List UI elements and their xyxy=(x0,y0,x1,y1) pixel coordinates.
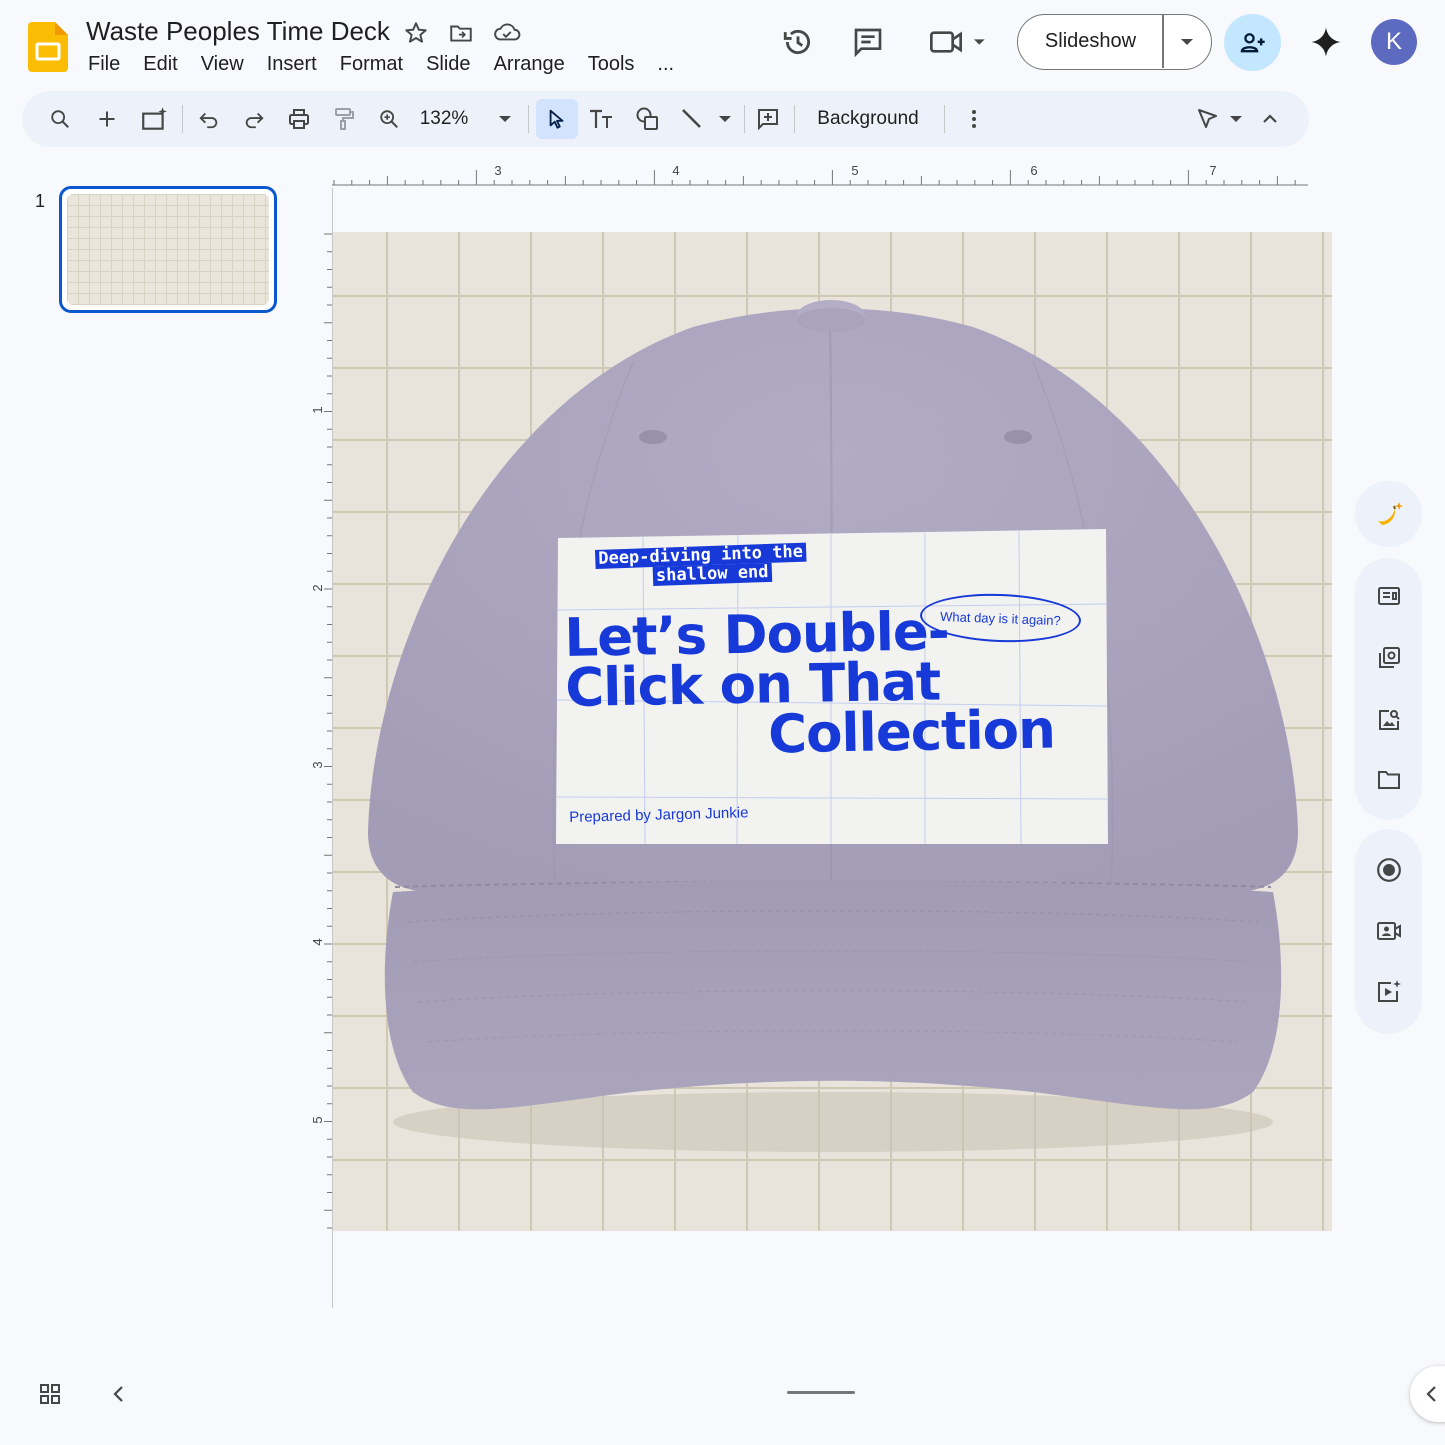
ruler-label: 4 xyxy=(672,163,679,178)
share-button[interactable] xyxy=(1224,14,1281,71)
chevron-left-expand-icon xyxy=(1426,1386,1436,1402)
menu-tools[interactable]: Tools xyxy=(588,53,635,76)
zoom-value[interactable]: 132% xyxy=(418,91,470,147)
text-panel-icon[interactable] xyxy=(1355,576,1422,616)
slideshow-label[interactable]: Slideshow xyxy=(1018,15,1163,68)
record-icon[interactable] xyxy=(1355,850,1422,890)
notes-resize-handle[interactable] xyxy=(787,1391,855,1394)
ruler-label: 5 xyxy=(310,1116,325,1123)
share-person-add-icon xyxy=(1240,32,1265,52)
cloud-saved-icon[interactable] xyxy=(493,20,521,46)
line-dropdown-button[interactable] xyxy=(717,91,733,147)
ruler-label: 6 xyxy=(1030,163,1037,178)
zoom-label: 132% xyxy=(419,108,469,129)
camera-record-icon[interactable] xyxy=(1355,911,1422,951)
more-vert-icon[interactable] xyxy=(960,91,988,147)
slide-thumbnail[interactable] xyxy=(59,186,277,313)
vertical-ruler[interactable]: 1 2 3 4 5 xyxy=(304,232,334,1232)
account-avatar[interactable]: K xyxy=(1371,19,1417,65)
version-history-icon[interactable] xyxy=(781,25,815,59)
ruler-label: 7 xyxy=(1209,163,1216,178)
toolbar-separator xyxy=(528,105,529,133)
side-panel-media-group xyxy=(1355,829,1422,1034)
slide-subtitle[interactable]: Deep-diving into the shallow end xyxy=(595,542,807,588)
ruler-ticks xyxy=(333,170,1296,185)
toolbar-separator xyxy=(794,105,795,133)
copy-slides-icon[interactable] xyxy=(1355,638,1422,678)
search-icon[interactable] xyxy=(46,91,74,147)
slide-canvas[interactable]: Deep-diving into the shallow end Let’s D… xyxy=(333,232,1332,1231)
collapse-toolbar-icon[interactable] xyxy=(1258,91,1282,147)
banana-sparkle-icon[interactable] xyxy=(1355,494,1422,534)
side-panel-tools-group xyxy=(1355,558,1422,820)
star-icon[interactable] xyxy=(403,20,429,46)
background-button[interactable]: Background xyxy=(806,91,930,147)
shapes-icon[interactable] xyxy=(633,91,663,147)
redo-icon[interactable] xyxy=(240,91,268,147)
zoom-icon[interactable] xyxy=(375,91,403,147)
expand-side-panel-button[interactable] xyxy=(1410,1366,1445,1422)
print-icon[interactable] xyxy=(285,91,313,147)
toolbar-separator xyxy=(744,105,745,133)
toolbar-separator xyxy=(944,105,945,133)
menu-arrange[interactable]: Arrange xyxy=(494,53,565,76)
menu-edit[interactable]: Edit xyxy=(143,53,177,76)
ruler-label: 5 xyxy=(851,163,858,178)
toolbar-separator xyxy=(182,105,183,133)
pointer-mode-icon[interactable] xyxy=(1194,91,1222,147)
select-arrow-icon xyxy=(549,109,564,129)
video-sparkle-icon[interactable] xyxy=(1355,972,1422,1012)
menu-insert[interactable]: Insert xyxy=(267,53,317,76)
menu-bar: File Edit View Insert Format Slide Arran… xyxy=(88,53,697,76)
plus-icon[interactable] xyxy=(93,91,121,147)
slideshow-dropdown-button[interactable] xyxy=(1164,15,1210,68)
menu-view[interactable]: View xyxy=(201,53,244,76)
slide-number: 1 xyxy=(35,191,46,211)
slideshow-button[interactable]: Slideshow xyxy=(1017,14,1212,70)
document-title[interactable]: Waste Peoples Time Deck xyxy=(86,16,390,47)
text-box-icon[interactable] xyxy=(587,91,615,147)
chevron-down-icon xyxy=(1181,38,1193,45)
slides-logo-icon[interactable] xyxy=(28,22,68,72)
menu-format[interactable]: Format xyxy=(340,53,403,76)
chevron-down-icon xyxy=(499,115,511,122)
side-panel-top-group xyxy=(1355,481,1422,547)
horizontal-ruler[interactable]: 3 4 5 6 7 xyxy=(332,160,1308,188)
add-comment-icon[interactable] xyxy=(753,91,783,147)
background-label: Background xyxy=(817,108,919,129)
line-icon[interactable] xyxy=(678,91,706,147)
select-tool-button[interactable] xyxy=(536,99,578,139)
paint-format-icon[interactable] xyxy=(330,91,358,147)
menu-slide[interactable]: Slide xyxy=(426,53,470,76)
chevron-down-icon xyxy=(1230,115,1242,122)
menu-more[interactable]: ... xyxy=(657,53,674,76)
toolbar: 132% Background xyxy=(22,91,1309,147)
folder-icon[interactable] xyxy=(1355,760,1422,800)
chevron-down-icon xyxy=(719,115,731,122)
ruler-label: 3 xyxy=(310,761,325,768)
zoom-dropdown-button[interactable] xyxy=(496,91,514,147)
comments-icon[interactable] xyxy=(852,26,884,58)
ruler-label: 4 xyxy=(310,938,325,945)
move-folder-icon[interactable] xyxy=(448,20,474,46)
undo-icon[interactable] xyxy=(195,91,223,147)
slide-thumbnail-preview xyxy=(67,194,269,305)
chevron-left-icon[interactable] xyxy=(110,1382,128,1406)
gemini-sparkle-icon[interactable] xyxy=(1310,26,1342,58)
new-slide-icon[interactable] xyxy=(136,91,172,147)
image-search-icon[interactable] xyxy=(1355,700,1422,740)
ruler-label: 2 xyxy=(310,584,325,591)
menu-file[interactable]: File xyxy=(88,53,120,76)
ruler-label: 3 xyxy=(494,163,501,178)
grid-view-icon[interactable] xyxy=(38,1382,62,1406)
pointer-dropdown-button[interactable] xyxy=(1228,91,1244,147)
meet-camera-icon[interactable] xyxy=(928,26,988,58)
ruler-label: 1 xyxy=(310,406,325,413)
